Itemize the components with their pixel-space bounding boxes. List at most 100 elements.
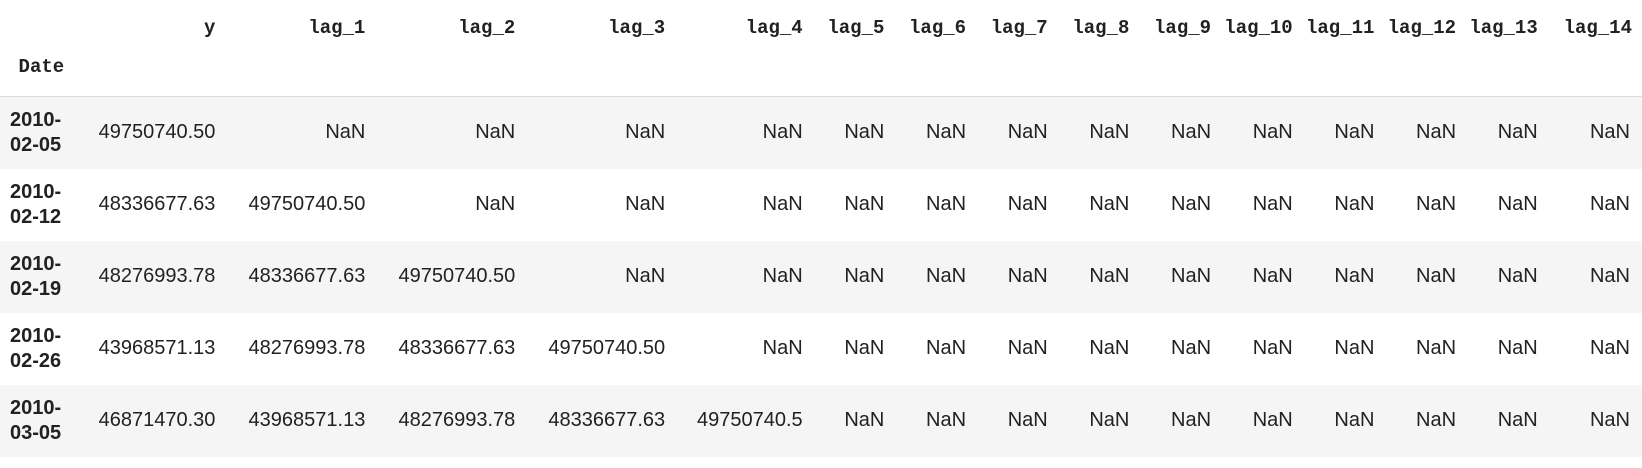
- column-header-lag-6: lag_6: [909, 17, 967, 39]
- table-cell: NaN: [844, 265, 885, 287]
- table-cell: NaN: [1589, 409, 1630, 431]
- table-cell: NaN: [1497, 121, 1538, 144]
- table-cell: NaN: [926, 121, 967, 144]
- table-cell: NaN: [844, 193, 885, 215]
- table-row: 2010- 03-05 46871470.30 43968571.13 48276993…: [0, 384, 1642, 457]
- table-cell: NaN: [926, 337, 967, 359]
- index-header-filler: [225, 56, 375, 97]
- column-header-lag-2: lag_2: [458, 17, 516, 39]
- table-cell: NaN: [475, 193, 516, 215]
- row-index-part: 02-12: [10, 205, 62, 228]
- table-cell: NaN: [1416, 265, 1457, 287]
- table-cell: 49750740.50: [548, 337, 666, 359]
- index-header-filler: [1139, 56, 1221, 97]
- column-header-lag-8: lag_8: [1072, 17, 1130, 39]
- column-header-lag-4: lag_4: [745, 17, 803, 39]
- table-cell: NaN: [762, 193, 803, 215]
- index-header-filler: [675, 56, 813, 97]
- table-row: 2010- 02-05 49750740.50 NaN NaN NaN NaN NaN NaN N…: [0, 96, 1642, 169]
- table-cell: NaN: [844, 337, 885, 359]
- table-cell: NaN: [1171, 193, 1212, 215]
- column-header-lag-1: lag_1: [308, 17, 366, 39]
- table-header: y lag_1 lag_2 lag_3 lag_4 lag_5 lag_6 la…: [0, 0, 1642, 97]
- table-cell: NaN: [1416, 193, 1457, 215]
- table-cell: 49750740.5: [697, 409, 803, 431]
- table-cell: 43968571.13: [248, 409, 366, 431]
- table-cell: 48336677.63: [398, 337, 516, 359]
- table-cell: NaN: [1252, 337, 1293, 359]
- table-cell: NaN: [762, 121, 803, 144]
- table-cell: 43968571.13: [98, 337, 216, 359]
- table-cell: NaN: [926, 409, 967, 431]
- table-cell: NaN: [625, 121, 666, 144]
- column-header-lag-5: lag_5: [827, 17, 885, 39]
- table-cell: NaN: [1589, 265, 1630, 287]
- table-cell: NaN: [1252, 265, 1293, 287]
- column-header-lag-9: lag_9: [1154, 17, 1212, 39]
- row-index-date: 2010- 02-05: [0, 97, 83, 169]
- column-header-y: y: [204, 17, 216, 39]
- dataframe-table: y lag_1 lag_2 lag_3 lag_4 lag_5 lag_6 la…: [0, 0, 1642, 457]
- table-cell: NaN: [762, 265, 803, 287]
- table-cell: NaN: [1416, 409, 1457, 431]
- table-cell: NaN: [926, 193, 967, 215]
- table-cell: NaN: [1334, 193, 1375, 215]
- row-index-part: 03-05: [10, 421, 62, 444]
- row-index-date: 2010- 02-19: [0, 241, 83, 313]
- row-index-part: 2010-: [10, 324, 62, 347]
- table-cell: NaN: [926, 265, 967, 287]
- row-index-part: 2010-: [10, 396, 62, 419]
- table-body: 2010- 02-05 49750740.50 NaN NaN NaN NaN NaN NaN N…: [0, 96, 1642, 457]
- index-header-filler: [813, 56, 895, 97]
- index-header-filler: [1303, 56, 1385, 97]
- column-header-lag-3: lag_3: [608, 17, 666, 39]
- table-cell: NaN: [1589, 193, 1630, 215]
- table-row: 2010- 02-26 43968571.13 48276993.78 48336677…: [0, 312, 1642, 385]
- table-cell: 48276993.78: [248, 337, 366, 359]
- table-cell: NaN: [1171, 265, 1212, 287]
- table-cell: NaN: [1171, 121, 1212, 144]
- table-cell: NaN: [1497, 337, 1538, 359]
- table-cell: NaN: [844, 121, 885, 144]
- column-header-lag-14: lag_14: [1563, 17, 1632, 39]
- table-cell: NaN: [1007, 265, 1048, 287]
- table-cell: NaN: [1589, 121, 1630, 144]
- column-header-lag-11: lag_11: [1305, 17, 1375, 39]
- table-cell: NaN: [1007, 409, 1048, 431]
- table-cell: 49750740.50: [248, 193, 366, 215]
- table-cell: 48336677.63: [98, 193, 216, 215]
- column-header-lag-13: lag_13: [1469, 17, 1538, 39]
- index-header-filler: [525, 56, 675, 97]
- table-row: 2010- 02-12 48336677.63 49750740.50 NaN NaN Na…: [0, 168, 1642, 241]
- table-cell: NaN: [475, 121, 516, 144]
- table-cell: NaN: [1089, 337, 1130, 359]
- row-index-part: 2010-: [10, 108, 62, 131]
- table-cell: NaN: [1334, 265, 1375, 287]
- table-cell: NaN: [625, 193, 666, 215]
- table-cell: NaN: [762, 337, 803, 359]
- table-cell: 48336677.63: [248, 265, 366, 287]
- table-cell: NaN: [1252, 193, 1293, 215]
- table-cell: 46871470.30: [98, 409, 216, 431]
- table-cell: NaN: [1497, 193, 1538, 215]
- table-cell: NaN: [1416, 337, 1457, 359]
- table-cell: 49750740.50: [398, 265, 516, 287]
- row-index-part: 02-19: [10, 277, 62, 300]
- row-index-date: 2010- 02-26: [0, 313, 83, 385]
- table-row: 2010- 02-19 48276993.78 48336677.63 49750740…: [0, 240, 1642, 313]
- column-header-row: y lag_1 lag_2 lag_3 lag_4 lag_5 lag_6 la…: [0, 0, 1642, 56]
- index-header-filler: [1466, 56, 1548, 97]
- table-cell: NaN: [1334, 121, 1375, 144]
- index-name-header: Date: [18, 56, 65, 78]
- table-cell: NaN: [1007, 121, 1048, 144]
- index-header-filler: [1548, 56, 1642, 97]
- table-cell: 48276993.78: [398, 409, 516, 431]
- table-cell: NaN: [625, 265, 666, 287]
- table-cell: NaN: [1497, 409, 1538, 431]
- table-cell: NaN: [1007, 193, 1048, 215]
- table-cell: NaN: [1334, 337, 1375, 359]
- table-cell: NaN: [1089, 409, 1130, 431]
- table-cell: NaN: [1089, 121, 1130, 144]
- column-header-lag-12: lag_12: [1387, 17, 1457, 39]
- row-index-part: 02-26: [10, 349, 62, 372]
